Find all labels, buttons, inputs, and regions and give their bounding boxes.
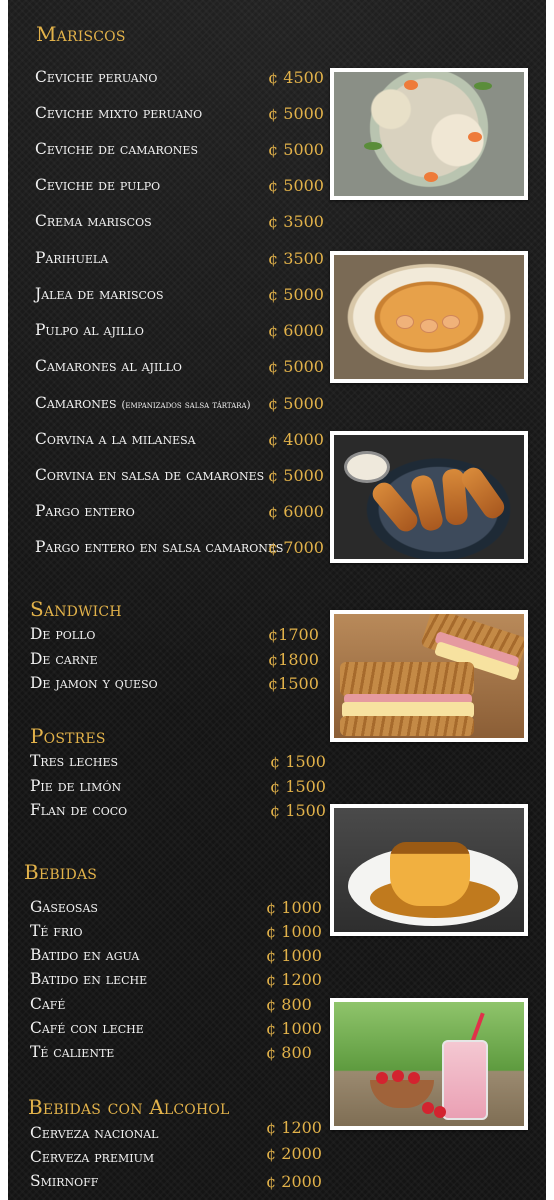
- menu-item-price: ¢ 1200: [266, 1118, 322, 1137]
- menu-item-name: Pie de limón: [30, 777, 122, 795]
- fried-shrimp-image: [334, 435, 524, 559]
- menu-item-name: Corvina en salsa de camarones: [35, 466, 265, 484]
- menu-item-name: Ceviche de camarones: [35, 140, 198, 158]
- menu-item-name: Cerveza nacional: [30, 1124, 159, 1142]
- menu-item-name: Pulpo al ajillo: [35, 321, 144, 339]
- shrimp-shape: [396, 315, 414, 329]
- menu-item-name: Té caliente: [30, 1043, 115, 1061]
- menu-item-name: De carne: [30, 650, 98, 668]
- menu-item-name: Té frio: [30, 922, 83, 940]
- sauce-bowl-shape: [344, 451, 390, 483]
- menu-item-name: Camarones (empanizados salsa tártara): [35, 394, 250, 412]
- menu-item-name: Flan de coco: [30, 801, 128, 819]
- menu-item-name: Crema mariscos: [35, 212, 152, 230]
- fried-shrimp-photo: [330, 431, 528, 563]
- menu-item-name: Jalea de mariscos: [35, 285, 164, 303]
- smoothie-photo: [330, 998, 528, 1130]
- flan-shape: [390, 842, 470, 906]
- menu-item-name: De jamon y queso: [30, 674, 158, 692]
- menu-item-name: Ceviche peruano: [35, 68, 158, 86]
- berry-shape: [392, 1070, 404, 1082]
- menu-item-price: ¢ 7000: [268, 538, 324, 557]
- menu-item-name: Ceviche mixto peruano: [35, 104, 203, 122]
- soup-image: [334, 255, 524, 379]
- menu-item-price: ¢ 2000: [266, 1172, 322, 1191]
- menu-item-price: ¢ 5000: [268, 140, 324, 159]
- sandwich-image: [334, 614, 524, 738]
- menu-item-price: ¢ 5000: [268, 357, 324, 376]
- menu-item-name: Parihuela: [35, 249, 109, 267]
- menu-item-price: ¢ 3500: [268, 212, 324, 231]
- menu-item-price: ¢ 1000: [266, 946, 322, 965]
- section-title-mariscos: Mariscos: [36, 22, 126, 46]
- menu-item-name: Batido en agua: [30, 946, 140, 964]
- menu-item-price: ¢ 6000: [268, 502, 324, 521]
- menu-item-price: ¢1500: [268, 674, 319, 693]
- ceviche-image: [334, 72, 524, 196]
- shrimp-shape: [420, 319, 438, 333]
- menu-item-price: ¢ 1200: [266, 970, 322, 989]
- berry-shape: [376, 1072, 388, 1084]
- section-title-bebidas-con-alcohol: Bebidas con Alcohol: [28, 1095, 230, 1119]
- bread-shape: [340, 662, 474, 696]
- berry-shape: [422, 1102, 434, 1114]
- sandwich-photo: [330, 610, 528, 742]
- menu-item-name: Pargo entero en salsa camarones: [35, 538, 284, 556]
- menu-item-price: ¢ 1500: [270, 801, 326, 820]
- herb-shape: [364, 142, 382, 150]
- menu-item-name: Ceviche de pulpo: [35, 176, 161, 194]
- soup-photo: [330, 251, 528, 383]
- menu-item-price: ¢ 1000: [266, 898, 322, 917]
- herb-shape: [474, 82, 492, 90]
- menu-item-note: (empanizados salsa tártara): [121, 400, 251, 411]
- shrimp-shape: [404, 80, 418, 90]
- menu-item-price: ¢ 4500: [268, 68, 324, 87]
- bread-shape: [340, 716, 474, 736]
- flan-photo: [330, 804, 528, 936]
- menu-item-name: Batido en leche: [30, 970, 148, 988]
- smoothie-image: [334, 1002, 524, 1126]
- berry-shape: [408, 1072, 420, 1084]
- menu-item-price: ¢ 3500: [268, 249, 324, 268]
- shrimp-shape: [424, 172, 438, 182]
- menu-item-name: Tres leches: [30, 752, 119, 770]
- section-title-bebidas: Bebidas: [24, 860, 98, 884]
- menu-item-name-main: Camarones: [35, 394, 117, 412]
- shrimp-shape: [468, 132, 482, 142]
- menu-item-name: Cerveza premium: [30, 1148, 155, 1166]
- menu-item-name: Camarones al ajillo: [35, 357, 182, 375]
- menu-item-price: ¢ 1000: [266, 1019, 322, 1038]
- section-title-sandwich: Sandwich: [30, 597, 122, 621]
- menu-item-name: Pargo entero: [35, 502, 135, 520]
- menu-item-price: ¢ 1500: [270, 777, 326, 796]
- menu-item-price: ¢ 1500: [270, 752, 326, 771]
- menu-item-name: Smirnoff: [30, 1172, 99, 1190]
- menu-item-price: ¢ 5000: [268, 176, 324, 195]
- glass-shape: [442, 1040, 488, 1120]
- section-title-postres: Postres: [30, 724, 106, 748]
- flan-image: [334, 808, 524, 932]
- menu-item-price: ¢1700: [268, 625, 319, 644]
- menu-item-price: ¢ 5000: [268, 466, 324, 485]
- menu-item-price: ¢ 4000: [268, 430, 324, 449]
- berry-shape: [434, 1106, 446, 1118]
- menu-item-name: Gaseosas: [30, 898, 98, 916]
- menu-item-price: ¢ 800: [266, 1043, 312, 1062]
- menu-item-name: De pollo: [30, 625, 96, 643]
- menu-item-name: Corvina a la milanesa: [35, 430, 196, 448]
- menu-item-price: ¢ 5000: [268, 285, 324, 304]
- menu-item-price: ¢ 800: [266, 995, 312, 1014]
- menu-item-price: ¢ 5000: [268, 394, 324, 413]
- menu-item-price: ¢ 5000: [268, 104, 324, 123]
- menu-item-price: ¢ 2000: [266, 1144, 322, 1163]
- menu-item-price: ¢ 1000: [266, 922, 322, 941]
- menu-item-price: ¢ 6000: [268, 321, 324, 340]
- shrimp-shape: [442, 315, 460, 329]
- menu-item-name: Café: [30, 995, 66, 1013]
- menu-board: Mariscos Ceviche peruano ¢ 4500 Ceviche …: [8, 0, 546, 1200]
- menu-item-price: ¢1800: [268, 650, 319, 669]
- menu-item-name: Café con leche: [30, 1019, 144, 1037]
- ceviche-photo: [330, 68, 528, 200]
